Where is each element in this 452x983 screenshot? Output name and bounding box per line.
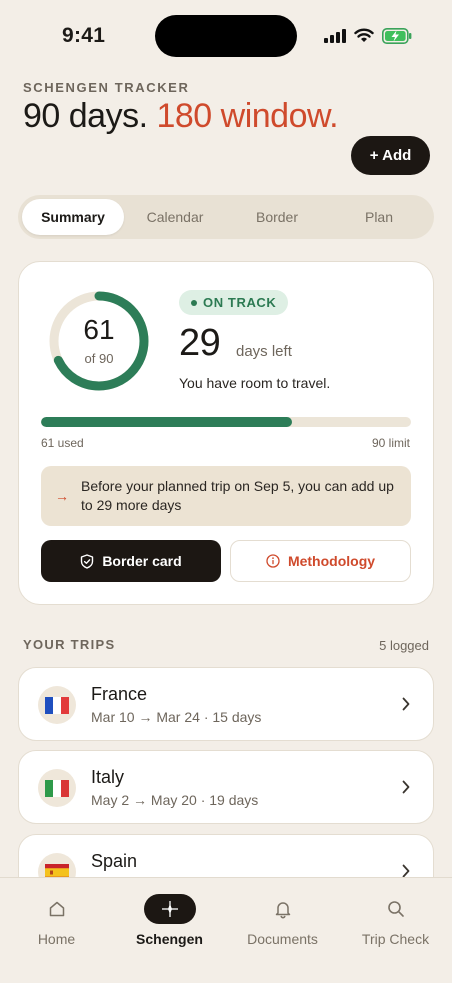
border-card-label: Border card [102, 553, 182, 569]
status-time: 9:41 [62, 24, 106, 47]
trip-name: France [91, 684, 148, 704]
planned-trip-note-text: Before your planned trip on Sep 5, you c… [81, 478, 394, 513]
status-badge-label: ON TRACK [203, 295, 277, 310]
dynamic-island [155, 15, 297, 57]
usage-limit-label: 90 limit [371, 436, 410, 450]
status-badge: ON TRACK [179, 290, 289, 315]
planned-trip-note: → Before your planned trip on Sep 5, you… [41, 466, 411, 526]
app-eyebrow: SCHENGEN TRACKER [23, 80, 190, 95]
tabbar-label: Schengen [136, 931, 203, 947]
tabbar-item-trip-check[interactable]: Trip Check [339, 894, 452, 947]
battery-charging-icon [382, 28, 412, 44]
methodology-button[interactable]: Methodology [230, 540, 411, 582]
home-icon [48, 894, 66, 924]
tabbar-label: Documents [247, 931, 318, 947]
wifi-icon [354, 28, 374, 42]
shield-check-icon [81, 553, 94, 569]
cellular-signal-icon [324, 29, 346, 43]
days-used-value: 61 [83, 314, 115, 345]
tab-summary[interactable]: Summary [22, 199, 124, 235]
trip-dates: Mar 10 → Mar 24 · 15 days [91, 709, 262, 725]
trips-count: 5 logged [379, 638, 429, 653]
italy-flag-icon [38, 769, 76, 807]
tab-border[interactable]: Border [226, 199, 328, 235]
status-message: You have room to travel. [179, 375, 331, 391]
chevron-right-icon [402, 780, 410, 794]
usage-progress-bar [41, 417, 411, 427]
france-flag-icon [38, 686, 76, 724]
segmented-tabs: Summary Calendar Border Plan [18, 195, 434, 239]
trip-item-italy[interactable]: Italy May 2 → May 20 · 19 days [18, 750, 434, 824]
trip-name: Italy [91, 767, 125, 787]
days-left-label: days left [236, 343, 292, 360]
headline-part-1: 90 days. [23, 97, 148, 135]
tabbar-item-home[interactable]: Home [0, 894, 113, 947]
status-dot-icon [191, 299, 197, 306]
tabbar-item-documents[interactable]: Documents [226, 894, 339, 947]
trip-name: Spain [91, 851, 138, 871]
days-limit-label: of 90 [84, 351, 114, 366]
usage-used-label: 61 used [41, 436, 84, 450]
status-bar: 9:41 [0, 0, 452, 72]
trips-section-title: YOUR TRIPS [23, 637, 116, 652]
summary-card: 61 of 90 ON TRACK 29 days left You have … [18, 261, 434, 605]
tabbar-label: Trip Check [361, 931, 430, 947]
tab-calendar[interactable]: Calendar [124, 199, 226, 235]
tab-plan[interactable]: Plan [328, 199, 430, 235]
search-icon [387, 894, 405, 924]
methodology-label: Methodology [287, 553, 376, 569]
info-icon [266, 554, 280, 568]
headline-part-2: 180 window. [156, 97, 339, 135]
trip-dates: May 2 → May 20 · 19 days [91, 792, 259, 808]
days-left-value: 29 [179, 322, 221, 364]
bell-icon [274, 894, 292, 924]
chevron-right-icon [402, 864, 410, 878]
border-card-button[interactable]: Border card [41, 540, 221, 582]
compass-icon [143, 894, 196, 924]
usage-progress-fill [41, 417, 292, 427]
page-title: 90 days. 180 window. [23, 96, 343, 136]
add-trip-button[interactable]: + Add [351, 136, 430, 175]
bottom-tab-bar: Home Schengen Documents Trip Check [0, 877, 452, 983]
tabbar-item-schengen[interactable]: Schengen [113, 894, 226, 947]
chevron-right-icon [402, 697, 410, 711]
trip-item-france[interactable]: France Mar 10 → Mar 24 · 15 days [18, 667, 434, 741]
arrow-right-icon: → [55, 488, 69, 504]
tabbar-label: Home [37, 931, 76, 947]
